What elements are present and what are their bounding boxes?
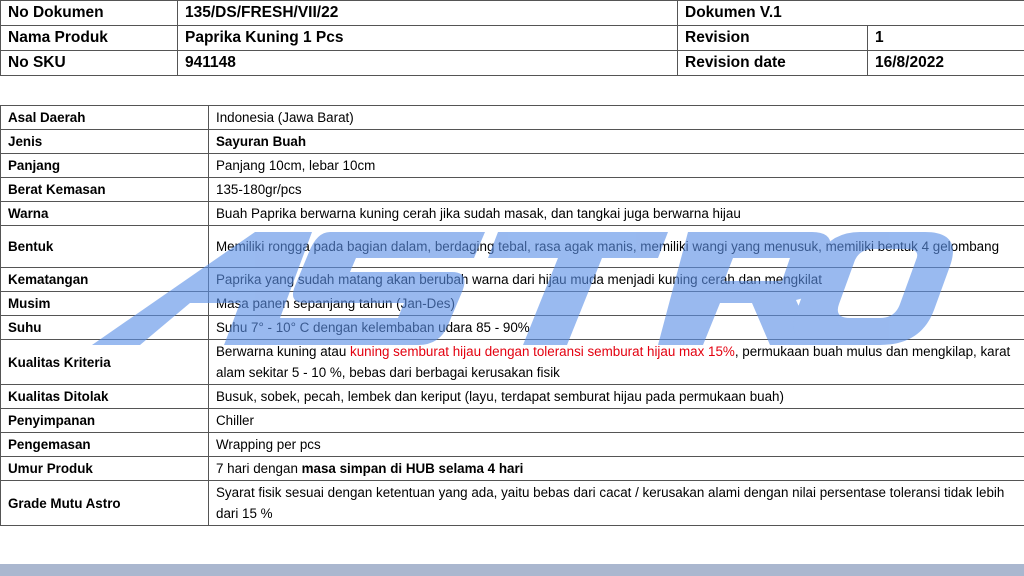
spec-label: Penyimpanan [0,408,209,433]
spec-row: Berat Kemasan 135-180gr/pcs [0,177,1024,202]
spec-row: Kualitas Ditolak Busuk, sobek, pecah, le… [0,384,1024,409]
spec-row: Musim Masa panen sepanjang tahun (Jan-De… [0,291,1024,316]
spec-label: Suhu [0,315,209,340]
spec-value: Berwarna kuning atau kuning semburat hij… [208,339,1024,385]
spec-label: Musim [0,291,209,316]
doc-no-label: No Dokumen [0,0,178,26]
spec-label: Grade Mutu Astro [0,480,209,526]
spec-row: Bentuk Memiliki rongga pada bagian dalam… [0,225,1024,268]
spec-row: Jenis Sayuran Buah [0,129,1024,154]
spec-label: Umur Produk [0,456,209,481]
kriteria-text: Berwarna kuning atau [216,344,350,359]
spec-value: Masa panen sepanjang tahun (Jan-Des) [208,291,1024,316]
spec-label: Kematangan [0,267,209,292]
product-spec-table: Asal Daerah Indonesia (Jawa Barat) Jenis… [0,105,1024,526]
header-row: No Dokumen 135/DS/FRESH/VII/22 Dokumen V… [0,0,1024,26]
spec-label: Bentuk [0,225,209,268]
spec-row: Suhu Suhu 7° - 10° C dengan kelembaban u… [0,315,1024,340]
umur-bold: masa simpan di HUB selama 4 hari [301,461,524,476]
spec-row: Penyimpanan Chiller [0,408,1024,433]
spec-row: Umur Produk 7 hari dengan masa simpan di… [0,456,1024,481]
spec-value: Chiller [208,408,1024,433]
spec-row: Kualitas Kriteria Berwarna kuning atau k… [0,339,1024,385]
spec-value: Wrapping per pcs [208,432,1024,457]
spec-row: Pengemasan Wrapping per pcs [0,432,1024,457]
spec-label: Berat Kemasan [0,177,209,202]
spec-row: Warna Buah Paprika berwarna kuning cerah… [0,201,1024,226]
kriteria-highlight: kuning semburat hijau dengan toleransi s… [350,344,735,359]
spec-value: Busuk, sobek, pecah, lembek dan keriput … [208,384,1024,409]
sku-value: 941148 [177,50,678,76]
product-value: Paprika Kuning 1 Pcs [177,25,678,51]
spec-label: Kualitas Kriteria [0,339,209,385]
spec-value: Syarat fisik sesuai dengan ketentuan yan… [208,480,1024,526]
spec-label: Warna [0,201,209,226]
spec-value: Suhu 7° - 10° C dengan kelembaban udara … [208,315,1024,340]
document-header-table: No Dokumen 135/DS/FRESH/VII/22 Dokumen V… [0,0,1024,76]
spec-row: Grade Mutu Astro Syarat fisik sesuai den… [0,480,1024,526]
header-row: No SKU 941148 Revision date 16/8/2022 [0,50,1024,76]
spec-value: Panjang 10cm, lebar 10cm [208,153,1024,178]
product-label: Nama Produk [0,25,178,51]
doc-version: Dokumen V.1 [677,0,1024,26]
spec-value: Sayuran Buah [208,129,1024,154]
header-row: Nama Produk Paprika Kuning 1 Pcs Revisio… [0,25,1024,51]
spec-row: Kematangan Paprika yang sudah matang aka… [0,267,1024,292]
spec-label: Pengemasan [0,432,209,457]
spec-value: Buah Paprika berwarna kuning cerah jika … [208,201,1024,226]
spec-label: Kualitas Ditolak [0,384,209,409]
doc-no-value: 135/DS/FRESH/VII/22 [177,0,678,26]
spec-label: Jenis [0,129,209,154]
spec-row: Panjang Panjang 10cm, lebar 10cm [0,153,1024,178]
spec-row: Asal Daerah Indonesia (Jawa Barat) [0,105,1024,130]
revision-date-value: 16/8/2022 [867,50,1024,76]
bottom-strip [0,564,1024,576]
spec-value: Paprika yang sudah matang akan berubah w… [208,267,1024,292]
revision-date-label: Revision date [677,50,868,76]
umur-text: 7 hari dengan [216,461,302,476]
spec-value: 135-180gr/pcs [208,177,1024,202]
sku-label: No SKU [0,50,178,76]
spec-value: Memiliki rongga pada bagian dalam, berda… [208,225,1024,268]
revision-value: 1 [867,25,1024,51]
spec-label: Asal Daerah [0,105,209,130]
revision-label: Revision [677,25,868,51]
spec-label: Panjang [0,153,209,178]
spec-value: 7 hari dengan masa simpan di HUB selama … [208,456,1024,481]
spec-value: Indonesia (Jawa Barat) [208,105,1024,130]
